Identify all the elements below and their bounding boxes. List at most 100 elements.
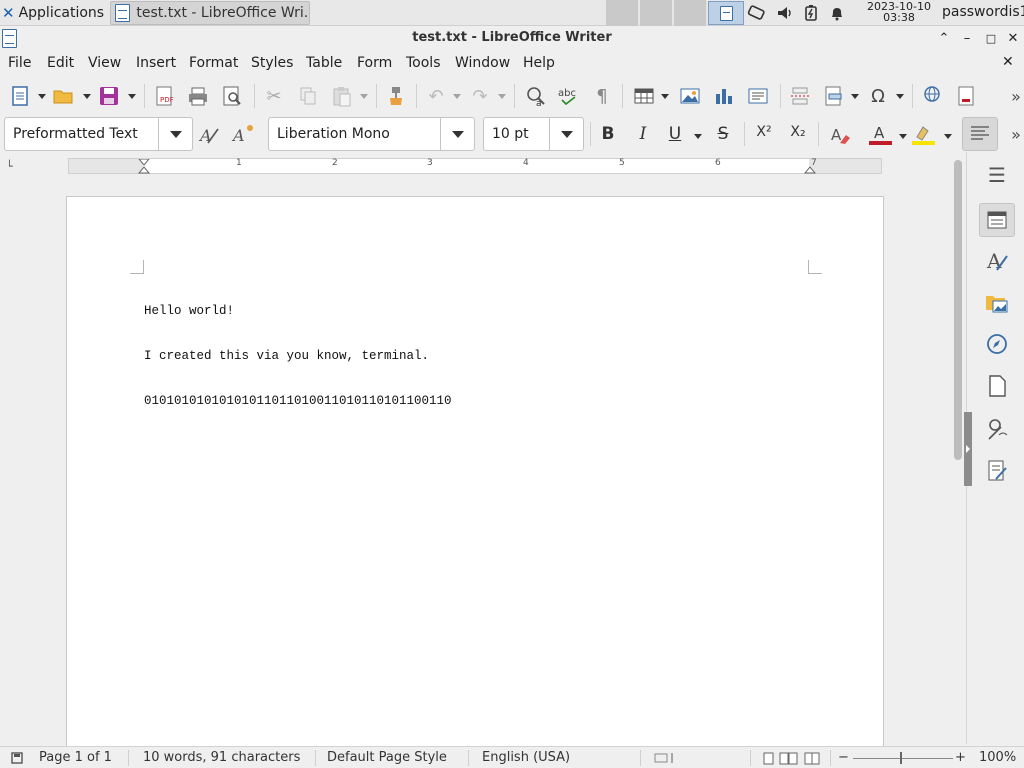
paste-dropdown-icon[interactable]: [360, 92, 368, 100]
zoom-out-button[interactable]: −: [838, 750, 849, 765]
menu-table[interactable]: Table: [306, 55, 342, 71]
font-size-dropdown-icon[interactable]: [549, 118, 583, 150]
insert-textbox-icon[interactable]: [746, 84, 770, 108]
align-left-button[interactable]: [962, 117, 998, 151]
save-dropdown-icon[interactable]: [128, 92, 136, 100]
paragraph-style-combo[interactable]: Preformatted Text: [4, 117, 193, 151]
sidebar-style-inspector-tab[interactable]: [982, 414, 1012, 444]
special-character-dropdown-icon[interactable]: [896, 92, 904, 100]
document-page[interactable]: Hello world! I created this via you know…: [66, 196, 884, 756]
notification-bell-icon[interactable]: [828, 4, 846, 22]
document-modified-icon[interactable]: [10, 751, 24, 765]
undo-icon[interactable]: ↶: [424, 84, 448, 108]
font-name-combo[interactable]: Liberation Mono: [268, 117, 475, 151]
battery-icon[interactable]: [802, 4, 820, 22]
zoom-level[interactable]: 100%: [979, 750, 1016, 765]
redo-dropdown-icon[interactable]: [498, 92, 506, 100]
spelling-icon[interactable]: abc: [557, 84, 581, 108]
insert-page-break-icon[interactable]: [788, 84, 812, 108]
insert-hyperlink-icon[interactable]: [920, 84, 944, 108]
insert-footnote-icon[interactable]: [954, 84, 978, 108]
sidebar-navigator-tab[interactable]: [982, 329, 1012, 359]
workspace-3-button[interactable]: [674, 0, 707, 26]
toolbar-overflow-icon[interactable]: »: [1004, 84, 1024, 108]
sidebar-menu-icon[interactable]: ☰: [982, 160, 1012, 190]
word-count[interactable]: 10 words, 91 characters: [143, 750, 300, 765]
redo-icon[interactable]: ↷: [468, 84, 492, 108]
network-icon[interactable]: [746, 4, 768, 22]
paste-icon[interactable]: [330, 84, 354, 108]
window-collapse-button[interactable]: ⌃: [935, 30, 953, 48]
page-style[interactable]: Default Page Style: [327, 750, 447, 765]
new-document-icon[interactable]: [8, 84, 32, 108]
font-color-icon[interactable]: A: [868, 123, 892, 147]
sidebar-manage-changes-tab[interactable]: [982, 456, 1012, 486]
cut-icon[interactable]: ✂: [262, 84, 286, 108]
print-icon[interactable]: [186, 84, 210, 108]
menu-view[interactable]: View: [88, 55, 121, 71]
page-count[interactable]: Page 1 of 1: [39, 750, 112, 765]
document-canvas[interactable]: Hello world! I created this via you know…: [0, 176, 966, 756]
copy-icon[interactable]: [296, 84, 320, 108]
highlight-color-icon[interactable]: [911, 123, 935, 147]
subscript-button[interactable]: X₂: [787, 124, 809, 146]
new-style-icon[interactable]: A: [231, 122, 255, 146]
text-language[interactable]: English (USA): [482, 750, 570, 765]
open-folder-icon[interactable]: [52, 84, 76, 108]
zoom-slider[interactable]: [853, 758, 953, 759]
close-button[interactable]: ✕: [1004, 30, 1022, 48]
right-indent-marker-icon[interactable]: [803, 159, 817, 175]
font-color-dropdown-icon[interactable]: [899, 132, 907, 140]
insert-image-icon[interactable]: [678, 84, 702, 108]
insert-mode-icon[interactable]: [654, 752, 678, 764]
insert-table-icon[interactable]: [632, 84, 656, 108]
menu-format[interactable]: Format: [189, 55, 238, 71]
tab-stop-selector[interactable]: └: [6, 160, 13, 173]
underline-dropdown-icon[interactable]: [694, 132, 702, 140]
table-dropdown-icon[interactable]: [661, 92, 669, 100]
new-dropdown-icon[interactable]: [38, 92, 46, 100]
document-text[interactable]: Hello world! I created this via you know…: [144, 274, 452, 439]
menu-window[interactable]: Window: [455, 55, 510, 71]
sidebar-page-tab[interactable]: [982, 371, 1012, 401]
font-size-combo[interactable]: 10 pt: [483, 117, 584, 151]
view-layout-icons[interactable]: [762, 751, 826, 765]
bold-button[interactable]: B: [597, 124, 619, 146]
taskbar-window-writer[interactable]: test.txt - LibreOffice Wri...: [110, 1, 310, 25]
formatting-marks-icon[interactable]: ¶: [590, 84, 614, 108]
field-dropdown-icon[interactable]: [851, 92, 859, 100]
print-preview-icon[interactable]: [220, 84, 244, 108]
workspace-2-button[interactable]: [640, 0, 673, 26]
zoom-in-button[interactable]: +: [955, 750, 966, 765]
workspace-4-button[interactable]: [708, 1, 744, 25]
update-style-icon[interactable]: A: [198, 122, 222, 146]
insert-field-icon[interactable]: [822, 84, 846, 108]
paragraph-style-dropdown-icon[interactable]: [158, 118, 192, 150]
clear-formatting-icon[interactable]: A: [828, 123, 852, 147]
menu-file[interactable]: File: [8, 55, 31, 71]
indent-marker-icon[interactable]: [137, 159, 151, 175]
menu-form[interactable]: Form: [357, 55, 392, 71]
menu-tools[interactable]: Tools: [406, 55, 441, 71]
horizontal-ruler[interactable]: 1 2 3 4 5 6 7: [68, 158, 882, 174]
close-document-button[interactable]: ✕: [1002, 54, 1014, 70]
menu-help[interactable]: Help: [523, 55, 555, 71]
scrollbar-thumb[interactable]: [954, 160, 962, 460]
undo-dropdown-icon[interactable]: [453, 92, 461, 100]
export-pdf-icon[interactable]: PDF: [152, 84, 176, 108]
highlight-dropdown-icon[interactable]: [944, 132, 952, 140]
underline-button[interactable]: U: [664, 124, 686, 146]
applications-menu-button[interactable]: ✕ Applications ⋮: [2, 2, 125, 24]
special-character-icon[interactable]: Ω: [866, 84, 890, 108]
menu-edit[interactable]: Edit: [47, 55, 74, 71]
sidebar-properties-tab[interactable]: [979, 203, 1015, 237]
strikethrough-button[interactable]: S: [712, 124, 734, 146]
minimize-button[interactable]: –: [958, 30, 976, 48]
sidebar-gallery-tab[interactable]: [982, 288, 1012, 318]
find-replace-icon[interactable]: a: [524, 84, 548, 108]
user-name[interactable]: passwordis1: [942, 4, 1024, 20]
menu-styles[interactable]: Styles: [251, 55, 293, 71]
maximize-button[interactable]: □: [982, 30, 1000, 48]
clone-formatting-icon[interactable]: [384, 84, 408, 108]
sidebar-styles-tab[interactable]: A: [982, 245, 1012, 275]
